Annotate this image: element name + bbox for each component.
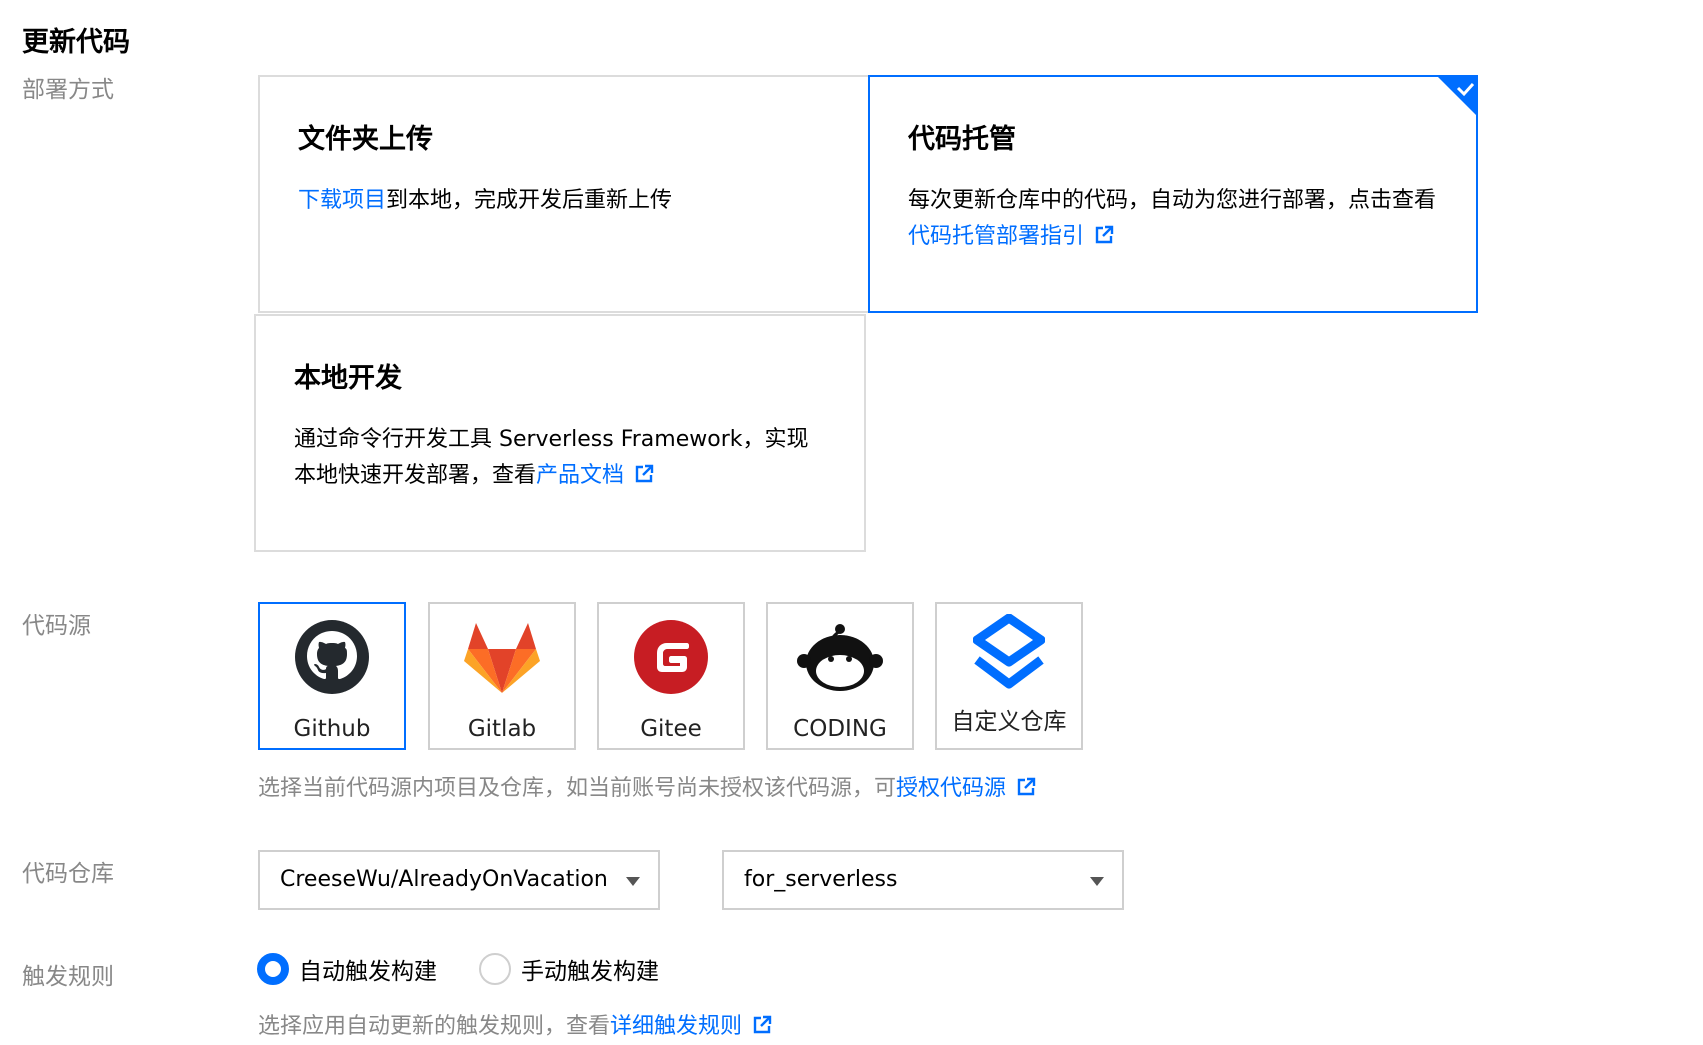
- caret-down-icon: [626, 877, 640, 886]
- caret-down-icon: [1090, 877, 1104, 886]
- radio-checked-icon: [257, 953, 289, 985]
- gitee-icon: [634, 620, 708, 694]
- radio-label: 手动触发构建: [521, 959, 659, 985]
- source-coding[interactable]: CODING: [766, 602, 914, 750]
- source-github[interactable]: Github: [258, 602, 406, 750]
- trigger-rule-label: 触发规则: [22, 964, 114, 990]
- deploy-option-title: 本地开发: [294, 363, 402, 394]
- deploy-option-desc: 每次更新仓库中的代码，自动为您进行部署，点击查看代码托管部署指引: [908, 188, 1437, 249]
- deploy-option-title: 代码托管: [908, 124, 1016, 155]
- source-gitee[interactable]: Gitee: [597, 602, 745, 750]
- source-label: CODING: [793, 716, 887, 742]
- deploy-option-desc: 下载项目到本地，完成开发后重新上传: [298, 188, 673, 213]
- hosting-guide-link[interactable]: 代码托管部署指引: [908, 224, 1114, 249]
- external-link-icon: [753, 1015, 772, 1034]
- source-label: Gitee: [640, 716, 702, 742]
- code-source-label: 代码源: [22, 613, 91, 639]
- code-repo-label: 代码仓库: [22, 861, 114, 887]
- deploy-option-code-hosting[interactable]: 代码托管 每次更新仓库中的代码，自动为您进行部署，点击查看代码托管部署指引: [868, 75, 1478, 313]
- custom-repo-icon: [973, 614, 1045, 689]
- source-custom-repo[interactable]: 自定义仓库: [935, 602, 1083, 750]
- external-link-icon: [1095, 225, 1114, 244]
- source-label: Github: [293, 716, 371, 742]
- radio-label: 自动触发构建: [299, 959, 437, 985]
- source-label: 自定义仓库: [951, 709, 1067, 735]
- deploy-option-folder-upload[interactable]: 文件夹上传 下载项目到本地，完成开发后重新上传: [258, 75, 870, 313]
- deploy-option-title: 文件夹上传: [298, 124, 433, 155]
- radio-unchecked-icon: [479, 953, 511, 985]
- github-icon: [295, 620, 369, 694]
- branch-select[interactable]: for_serverless: [722, 850, 1124, 910]
- source-gitlab[interactable]: Gitlab: [428, 602, 576, 750]
- deploy-option-desc: 通过命令行开发工具 Serverless Framework，实现本地快速开发部…: [294, 427, 809, 488]
- download-project-link[interactable]: 下载项目: [298, 188, 386, 213]
- authorize-source-link[interactable]: 授权代码源: [896, 776, 1036, 801]
- selected-check-icon: [1436, 75, 1478, 117]
- external-link-icon: [635, 464, 654, 483]
- branch-value: for_serverless: [744, 867, 898, 892]
- code-source-hint: 选择当前代码源内项目及仓库，如当前账号尚未授权该代码源，可授权代码源: [258, 770, 1036, 802]
- external-link-icon: [1017, 777, 1036, 796]
- gitlab-icon: [464, 623, 540, 693]
- repository-select[interactable]: CreeseWu/AlreadyOnVacation: [258, 850, 660, 910]
- coding-icon: [797, 624, 883, 691]
- repository-value: CreeseWu/AlreadyOnVacation: [280, 867, 608, 892]
- deploy-option-local-dev[interactable]: 本地开发 通过命令行开发工具 Serverless Framework，实现本地…: [254, 314, 866, 552]
- trigger-rules-link[interactable]: 详细触发规则: [610, 1014, 772, 1039]
- product-docs-link[interactable]: 产品文档: [536, 463, 654, 488]
- radio-manual-trigger[interactable]: 手动触发构建: [479, 952, 659, 986]
- source-label: Gitlab: [467, 716, 537, 742]
- deploy-method-label: 部署方式: [22, 77, 114, 103]
- trigger-rule-hint: 选择应用自动更新的触发规则，查看详细触发规则: [258, 1008, 772, 1040]
- page-title: 更新代码: [22, 27, 130, 58]
- radio-auto-trigger[interactable]: 自动触发构建: [257, 952, 437, 986]
